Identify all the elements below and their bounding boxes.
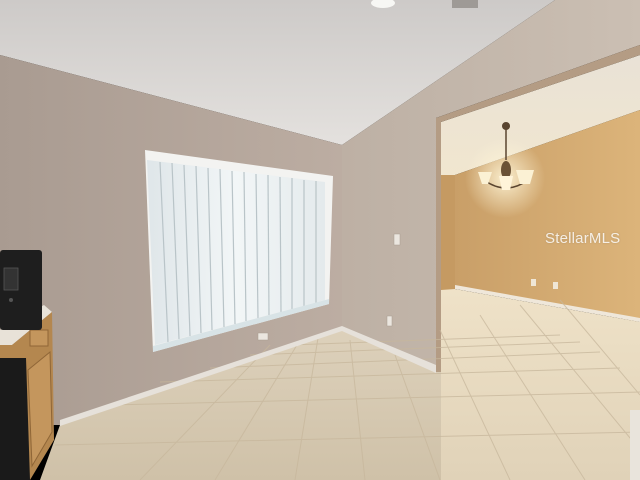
right-door-frame <box>630 410 640 480</box>
cabinet-drawer <box>29 329 49 347</box>
room-photo: StellarMLS <box>0 0 640 480</box>
dining-floor <box>441 289 640 480</box>
dining-left-wall <box>441 175 455 292</box>
dishwasher <box>0 358 30 480</box>
dining-outlet-1 <box>531 279 536 286</box>
appliance-panel <box>3 267 19 291</box>
wall-outlet-right <box>386 315 393 327</box>
watermark: StellarMLS <box>545 230 621 247</box>
appliance-button <box>9 298 13 302</box>
room-illustration <box>0 0 640 480</box>
dining-outlet-2 <box>553 282 558 289</box>
wall-outlet-left <box>257 332 269 341</box>
light-switch <box>393 233 401 246</box>
ceiling-vent <box>452 0 478 8</box>
